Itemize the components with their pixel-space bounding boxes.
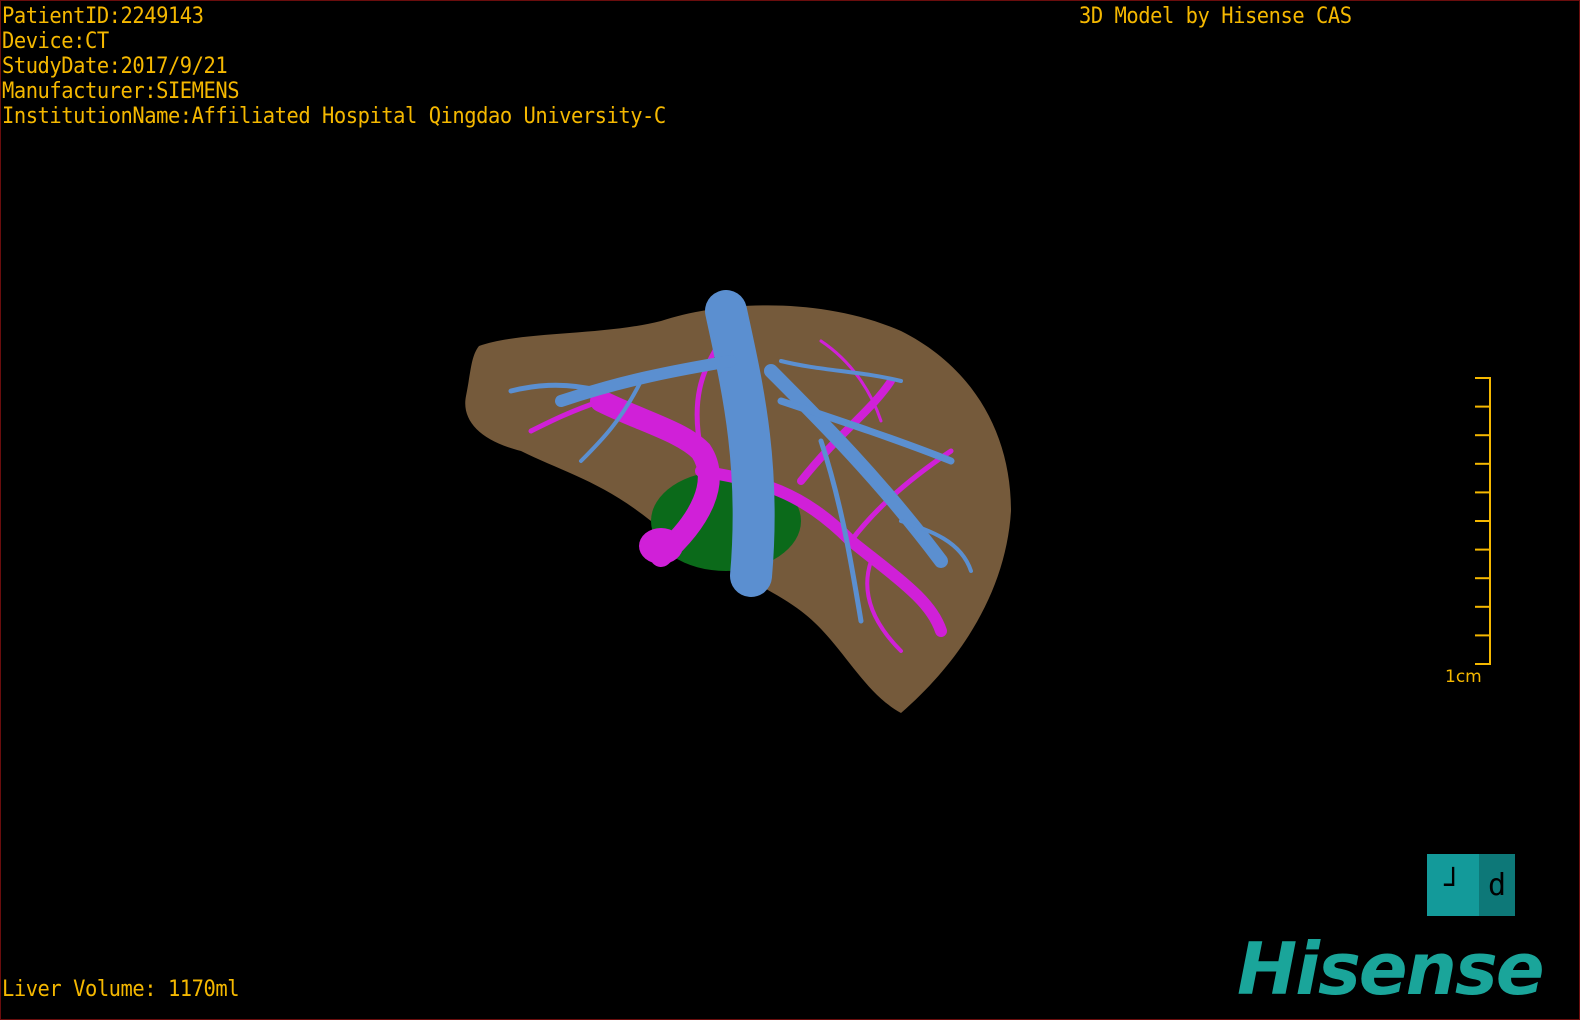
hisense-logo: Hisense xyxy=(1237,927,1545,1011)
model-title: 3D Model by Hisense CAS xyxy=(1079,4,1352,29)
dicom-info-panel: PatientID:2249143 Device:CT StudyDate:2017… xyxy=(2,4,666,129)
cube-face-left[interactable]: ┘ xyxy=(1427,854,1479,916)
scale-bar-label: 1cm xyxy=(1445,667,1482,687)
device: Device:CT xyxy=(2,29,109,54)
portal-vein-trunk xyxy=(639,528,683,564)
cube-face-right[interactable]: d xyxy=(1479,854,1515,916)
scale-bar xyxy=(1475,377,1491,665)
orientation-cube[interactable]: ┘ d xyxy=(1427,854,1515,916)
study-date: StudyDate:2017/9/21 xyxy=(2,54,228,79)
patient-id: PatientID:2249143 xyxy=(2,4,204,29)
manufacturer: Manufacturer:SIEMENS xyxy=(2,79,240,104)
institution-name: InstitutionName:Affiliated Hospital Qing… xyxy=(2,104,666,129)
liver-volume: Liver Volume: 1170ml xyxy=(2,977,240,1002)
3d-viewport[interactable]: PatientID:2249143 Device:CT StudyDate:2017… xyxy=(0,0,1580,1020)
liver-3d-model[interactable] xyxy=(1,1,1580,1020)
